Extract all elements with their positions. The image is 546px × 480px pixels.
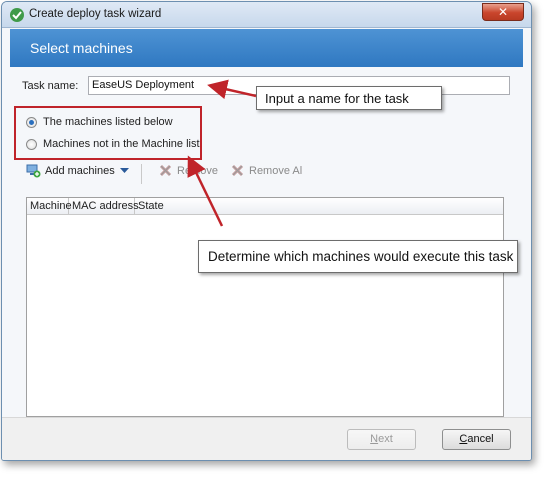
button-bar: Next Cancel — [2, 417, 531, 460]
next-label: ext — [378, 433, 393, 445]
radio-unchecked-icon — [26, 138, 37, 150]
next-accelerator: N — [370, 433, 379, 445]
machine-table[interactable]: Machine MAC address State — [26, 197, 504, 417]
remove-all-label: Remove Al — [249, 164, 303, 177]
add-machine-icon — [26, 164, 41, 178]
machines-callout-text: Determine which machines would execute t… — [208, 249, 514, 264]
cancel-button[interactable]: Cancel — [442, 429, 511, 450]
machines-callout: Determine which machines would execute t… — [198, 240, 518, 273]
add-machines-label: Add machines — [45, 165, 115, 177]
app-icon — [10, 8, 24, 22]
next-button[interactable]: Next — [347, 429, 416, 450]
radio-label: Machines not in the Machine list — [43, 138, 200, 150]
title-bar[interactable]: Create deploy task wizard ✕ — [2, 2, 531, 28]
chevron-down-icon — [119, 168, 129, 173]
column-header-state[interactable]: State — [135, 198, 503, 214]
toolbar-separator — [141, 164, 142, 184]
wizard-window: Create deploy task wizard ✕ Select machi… — [1, 1, 532, 461]
radio-checked-icon — [26, 116, 37, 128]
remove-all-x-icon — [231, 164, 244, 177]
add-machines-button[interactable]: Add machines — [26, 164, 130, 178]
radio-label: The machines listed below — [43, 116, 173, 128]
radio-listed-machines[interactable]: The machines listed below — [26, 116, 173, 128]
task-name-callout: Input a name for the task — [256, 86, 442, 110]
remove-x-icon — [159, 164, 172, 177]
cancel-label: ancel — [467, 433, 494, 445]
table-header: Machine MAC address State — [27, 198, 503, 215]
page-title: Select machines — [30, 40, 133, 56]
remove-label: Remove — [177, 164, 218, 177]
close-icon: ✕ — [497, 5, 509, 19]
remove-button[interactable]: Remove — [159, 164, 218, 177]
page-header: Select machines — [10, 29, 523, 67]
close-button[interactable]: ✕ — [482, 3, 524, 21]
task-name-label: Task name: — [22, 80, 79, 92]
radio-unlisted-machines[interactable]: Machines not in the Machine list — [26, 138, 200, 150]
column-header-mac[interactable]: MAC address — [69, 198, 139, 214]
task-name-callout-text: Input a name for the task — [265, 91, 409, 106]
window-title: Create deploy task wizard — [29, 8, 162, 20]
column-header-machine[interactable]: Machine — [27, 198, 72, 214]
machine-selection-group: The machines listed below Machines not i… — [14, 106, 202, 160]
remove-all-button[interactable]: Remove Al — [231, 164, 302, 177]
